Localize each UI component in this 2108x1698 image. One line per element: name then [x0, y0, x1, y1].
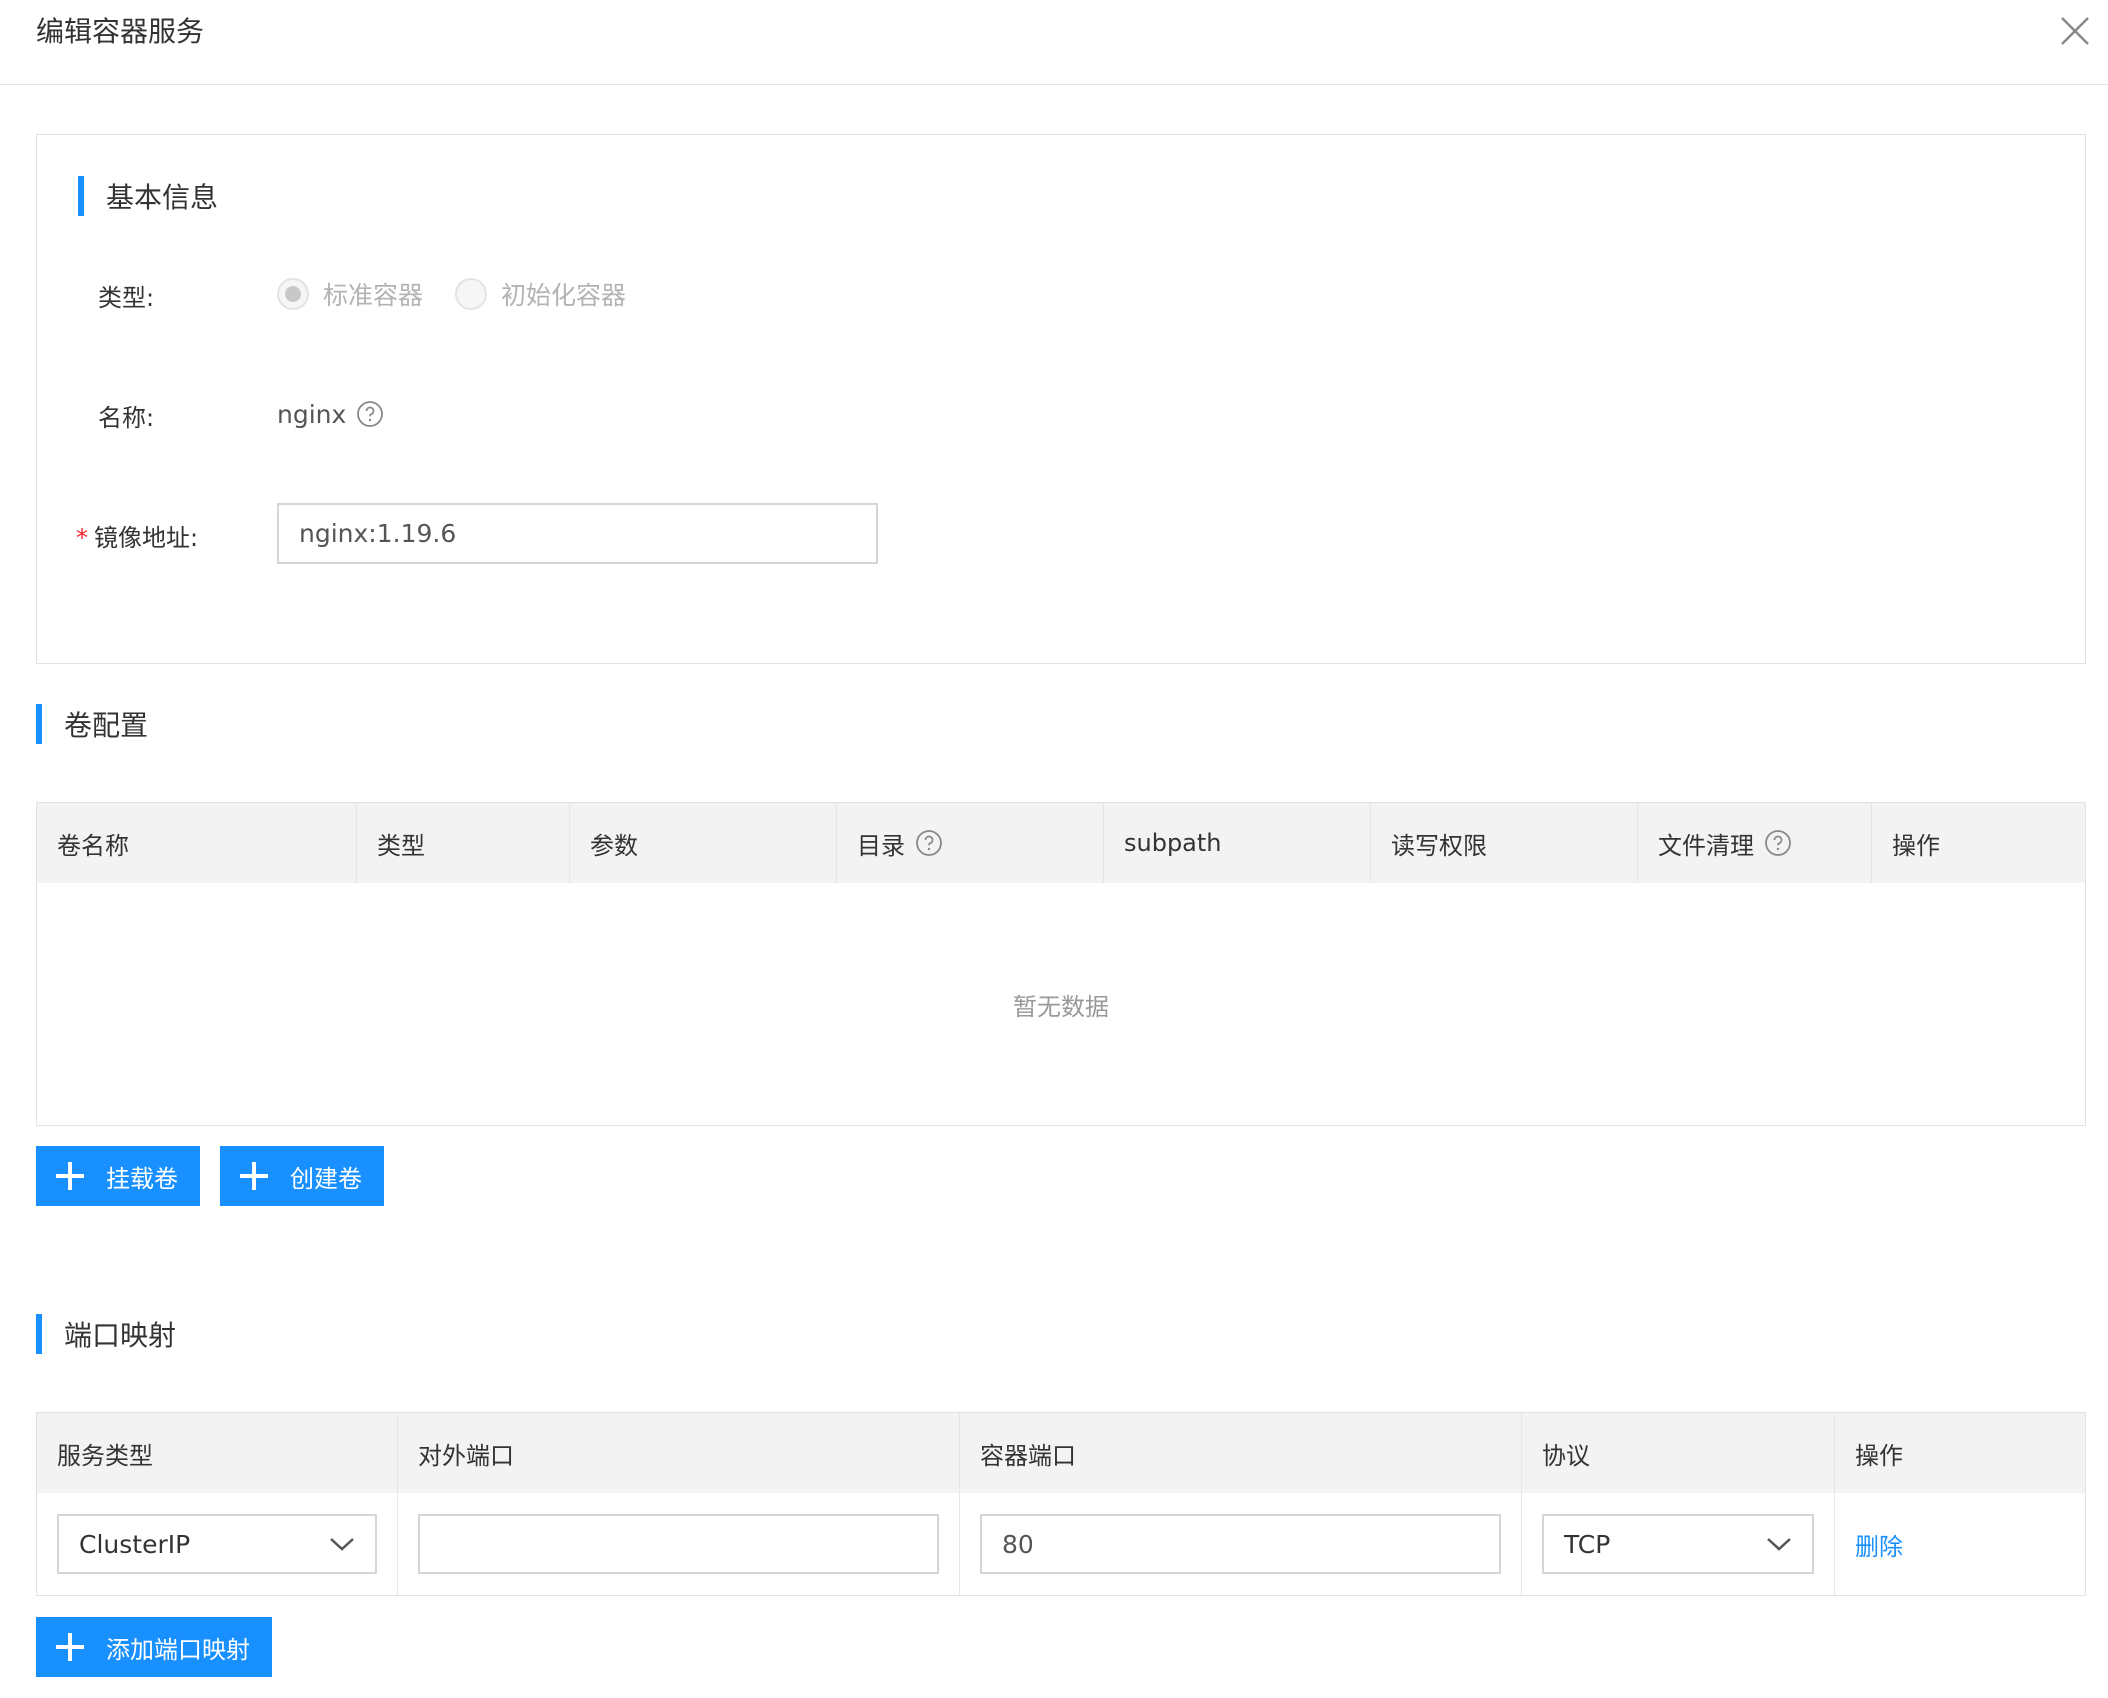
cell-protocol: TCP — [1522, 1493, 1835, 1595]
type-radio-group: 标准容器 初始化容器 — [277, 276, 658, 312]
empty-state: 暂无数据 — [1013, 992, 1109, 1021]
plus-icon — [56, 1162, 84, 1190]
service-type-select[interactable]: ClusterIP — [57, 1514, 377, 1574]
port-mapping-table: 服务类型 对外端口 容器端口 协议 操作 ClusterIP 80 TCP 删除 — [36, 1412, 2086, 1596]
section-marker — [36, 704, 42, 744]
basic-info-heading: 基本信息 — [78, 176, 218, 216]
mount-volume-label: 挂载卷 — [106, 1164, 178, 1193]
chevron-down-icon — [330, 1538, 354, 1551]
col-rw-permission: 读写权限 — [1371, 803, 1638, 883]
name-value-group: nginx — [277, 396, 384, 432]
col-type: 类型 — [357, 803, 570, 883]
radio-init-container[interactable]: 初始化容器 — [455, 276, 626, 312]
volume-table-header: 卷名称 类型 参数 目录 subpath 读写权限 文件清理 操作 — [37, 803, 2085, 883]
section-marker — [78, 176, 84, 216]
question-circle-icon[interactable] — [915, 829, 943, 857]
cell-external-port — [398, 1493, 960, 1595]
mount-volume-button[interactable]: 挂载卷 — [36, 1146, 200, 1206]
radio-standard-container[interactable]: 标准容器 — [277, 276, 423, 312]
col-directory: 目录 — [837, 803, 1104, 883]
col-subpath: subpath — [1104, 803, 1371, 883]
col-actions: 操作 — [1892, 831, 1940, 860]
col-protocol: 协议 — [1522, 1413, 1835, 1493]
col-file-cleanup-label: 文件清理 — [1658, 831, 1754, 860]
port-mapping-title: 端口映射 — [64, 1319, 177, 1352]
required-asterisk: * — [76, 524, 88, 552]
cell-service-type: ClusterIP — [37, 1493, 398, 1595]
col-service-type: 服务类型 — [37, 1413, 398, 1493]
volume-heading: 卷配置 — [36, 704, 148, 744]
image-label: 镜像地址: — [94, 524, 199, 552]
add-port-mapping-button[interactable]: 添加端口映射 — [36, 1617, 272, 1677]
name-label: 名称: — [98, 404, 155, 432]
volume-table: 卷名称 类型 参数 目录 subpath 读写权限 文件清理 操作 暂无数据 — [36, 802, 2086, 1126]
question-circle-icon[interactable] — [356, 400, 384, 428]
port-table-header: 服务类型 对外端口 容器端口 协议 操作 — [37, 1413, 2085, 1493]
protocol-value: TCP — [1564, 1529, 1611, 1559]
radio-unchecked-icon — [455, 278, 488, 310]
section-marker — [36, 1314, 42, 1354]
radio-checked-icon — [277, 278, 309, 310]
close-icon[interactable] — [2056, 12, 2094, 50]
radio-init-label: 初始化容器 — [501, 281, 627, 310]
cell-container-port: 80 — [960, 1493, 1522, 1595]
name-value: nginx — [277, 399, 347, 429]
create-volume-label: 创建卷 — [290, 1164, 362, 1193]
image-address-input[interactable]: nginx:1.19.6 — [277, 503, 878, 564]
radio-standard-label: 标准容器 — [323, 281, 424, 310]
type-label: 类型: — [98, 284, 155, 312]
protocol-select[interactable]: TCP — [1542, 1514, 1814, 1574]
volume-title: 卷配置 — [64, 709, 149, 742]
dialog-title: 编辑容器服务 — [36, 15, 205, 48]
create-volume-button[interactable]: 创建卷 — [220, 1146, 384, 1206]
add-port-mapping-label: 添加端口映射 — [106, 1635, 250, 1664]
plus-icon — [56, 1633, 84, 1661]
col-port-actions: 操作 — [1855, 1441, 1903, 1470]
external-port-input[interactable] — [418, 1514, 939, 1574]
col-file-cleanup: 文件清理 — [1638, 803, 1872, 883]
basic-info-title: 基本信息 — [106, 181, 219, 214]
container-port-input[interactable]: 80 — [980, 1514, 1501, 1574]
chevron-down-icon — [1767, 1538, 1791, 1551]
table-row: ClusterIP 80 TCP 删除 — [37, 1493, 2085, 1595]
plus-icon — [240, 1162, 268, 1190]
col-container-port: 容器端口 — [960, 1413, 1522, 1493]
col-directory-label: 目录 — [857, 831, 905, 860]
col-volume-name: 卷名称 — [37, 803, 357, 883]
cell-port-action: 删除 — [1835, 1493, 2085, 1595]
service-type-value: ClusterIP — [79, 1529, 191, 1559]
dialog-header: 编辑容器服务 — [0, 0, 2108, 85]
image-label-row: * 镜像地址: — [76, 518, 198, 553]
col-params: 参数 — [570, 803, 837, 883]
question-circle-icon[interactable] — [1764, 829, 1792, 857]
delete-link[interactable]: 删除 — [1855, 1527, 1903, 1562]
port-mapping-heading: 端口映射 — [36, 1314, 176, 1354]
col-external-port: 对外端口 — [398, 1413, 960, 1493]
